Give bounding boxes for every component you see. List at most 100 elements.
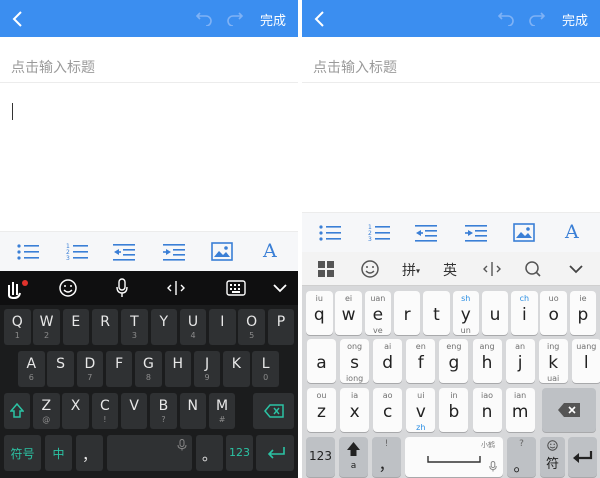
key-d[interactable]: D7	[76, 351, 104, 387]
outdent-icon[interactable]	[113, 243, 135, 261]
key-t[interactable]: T3	[121, 309, 148, 345]
key-c[interactable]: C!	[91, 393, 119, 429]
key-a[interactable]: A6	[18, 351, 45, 387]
key-r[interactable]: R	[91, 309, 119, 345]
enter-key[interactable]	[256, 435, 294, 471]
key-m[interactable]: ian m	[505, 388, 535, 432]
key-s[interactable]: S	[47, 351, 74, 387]
font-style-icon[interactable]: A	[263, 240, 277, 262]
indent-icon[interactable]	[163, 243, 185, 261]
key-l[interactable]: L0	[252, 351, 279, 387]
key-p[interactable]: P	[267, 309, 295, 345]
key-j[interactable]: an j	[505, 339, 535, 383]
number-key[interactable]: 123	[226, 435, 253, 471]
key-v[interactable]: V	[120, 393, 148, 429]
emoji-icon[interactable]	[59, 279, 77, 297]
key-w[interactable]: W2	[33, 309, 60, 345]
key-z[interactable]: ou z	[307, 388, 336, 432]
key-u[interactable]: U4	[179, 309, 207, 345]
key-a[interactable]: a	[307, 339, 336, 383]
comma-key[interactable]: ，	[76, 435, 103, 471]
redo-icon[interactable]	[226, 10, 244, 26]
outdent-icon[interactable]	[415, 224, 437, 242]
key-n[interactable]: N	[179, 393, 206, 429]
collapse-keyboard-icon[interactable]	[568, 264, 584, 274]
key-g[interactable]: eng g	[439, 339, 469, 383]
key-g[interactable]: G8	[135, 351, 162, 387]
key-t[interactable]: t	[423, 291, 450, 335]
key-o[interactable]: uo o	[540, 291, 567, 335]
key-h[interactable]: H	[164, 351, 191, 387]
key-k[interactable]: ing k uai	[538, 339, 568, 383]
keyboard-switch-icon[interactable]	[226, 280, 246, 296]
key-x[interactable]: ia x	[340, 388, 370, 432]
key-d[interactable]: ai d	[373, 339, 403, 383]
image-icon[interactable]	[211, 242, 233, 261]
search-icon[interactable]	[524, 260, 542, 278]
cursor-move-icon[interactable]	[483, 260, 501, 278]
key-k[interactable]: K	[223, 351, 250, 387]
key-f[interactable]: F	[105, 351, 133, 387]
pinyin-mode-button[interactable]: 拼▾	[402, 260, 420, 280]
cursor-move-icon[interactable]	[167, 279, 185, 297]
font-style-icon[interactable]: A	[565, 221, 579, 243]
enter-key[interactable]	[568, 437, 597, 477]
numbered-list-icon[interactable]: 123	[368, 223, 390, 243]
key-r[interactable]: r	[393, 291, 421, 335]
bullet-list-icon[interactable]	[319, 224, 341, 242]
redo-icon[interactable]	[528, 10, 546, 26]
done-button[interactable]: 完成	[260, 10, 286, 29]
key-m[interactable]: M #	[208, 393, 236, 429]
space-key[interactable]	[107, 435, 192, 471]
key-p[interactable]: ie p	[569, 291, 597, 335]
key-s[interactable]: ong s iong	[340, 339, 370, 383]
key-y[interactable]: Y	[150, 309, 177, 345]
shift-key[interactable]: a	[339, 437, 368, 477]
key-e[interactable]: E	[62, 309, 90, 345]
emoji-icon[interactable]	[361, 260, 379, 278]
done-button[interactable]: 完成	[562, 10, 588, 29]
key-n[interactable]: iao n	[472, 388, 502, 432]
undo-icon[interactable]	[497, 10, 515, 26]
shift-key[interactable]	[4, 393, 30, 429]
key-z[interactable]: Z @	[33, 393, 60, 429]
period-key[interactable]: ?。	[507, 437, 536, 477]
emoji-symbol-key[interactable]: 符	[540, 437, 565, 477]
key-j[interactable]: J9	[193, 351, 221, 387]
key-h[interactable]: ang h	[472, 339, 502, 383]
space-key[interactable]: 小鹤	[405, 437, 503, 477]
indent-icon[interactable]	[465, 224, 487, 242]
key-o[interactable]: O5	[238, 309, 265, 345]
language-key[interactable]: 中	[45, 435, 72, 471]
gesture-hand-icon[interactable]	[6, 279, 30, 299]
grid-menu-icon[interactable]	[318, 261, 334, 277]
microphone-icon[interactable]	[115, 278, 129, 298]
key-x[interactable]: X	[62, 393, 89, 429]
key-q[interactable]: iu q	[306, 291, 333, 335]
title-input[interactable]: 点击输入标题	[313, 57, 397, 77]
key-w[interactable]: ei w	[335, 291, 362, 335]
symbols-key[interactable]: 符号	[4, 435, 41, 471]
delete-key[interactable]	[253, 393, 294, 429]
bullet-list-icon[interactable]	[17, 243, 39, 261]
title-input[interactable]: 点击输入标题	[11, 57, 95, 77]
key-b[interactable]: B?	[150, 393, 177, 429]
key-b[interactable]: in b	[439, 388, 469, 432]
key-c[interactable]: ao c	[373, 388, 403, 432]
key-i[interactable]: I	[209, 309, 236, 345]
comma-key[interactable]: !，	[372, 437, 401, 477]
numbered-list-icon[interactable]: 123	[66, 242, 88, 262]
period-key[interactable]: 。	[196, 435, 223, 471]
key-f[interactable]: en f	[406, 339, 436, 383]
back-icon[interactable]	[312, 10, 326, 28]
delete-key[interactable]	[542, 388, 596, 432]
key-i[interactable]: ch i	[511, 291, 538, 335]
undo-icon[interactable]	[195, 10, 213, 26]
key-l[interactable]: uang l	[571, 339, 600, 383]
collapse-keyboard-icon[interactable]	[272, 283, 288, 293]
key-y[interactable]: sh y un	[452, 291, 479, 335]
back-icon[interactable]	[10, 10, 24, 28]
key-q[interactable]: Q1	[4, 309, 31, 345]
key-v[interactable]: ui v zh	[406, 388, 436, 432]
number-key[interactable]: 123	[306, 437, 335, 477]
